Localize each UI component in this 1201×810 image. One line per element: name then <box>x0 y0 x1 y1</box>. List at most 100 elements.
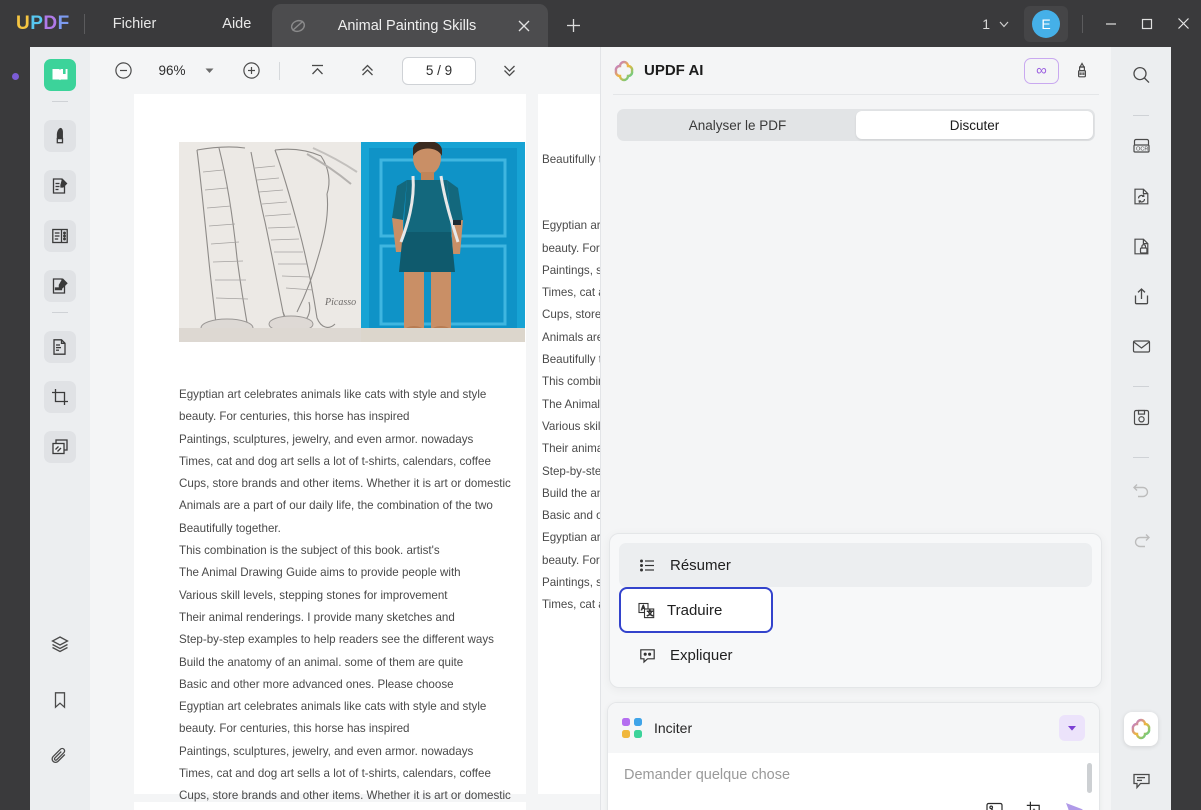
ai-action-menu: Résumer A 文 Traduire <box>609 533 1102 688</box>
zoom-in-icon[interactable] <box>237 57 265 85</box>
tool-share[interactable] <box>1125 280 1157 312</box>
maximize-icon[interactable] <box>1129 0 1165 47</box>
document-tab[interactable]: Animal Painting Skills <box>272 4 548 47</box>
close-icon[interactable] <box>510 12 538 40</box>
doc-line: Basic and other more advanced ones. <box>542 505 600 527</box>
plus-icon[interactable] <box>560 12 586 38</box>
tool-undo[interactable] <box>1125 472 1157 504</box>
prompt-textarea[interactable]: Demander quelque chose <box>608 753 1099 810</box>
go-to-previous-page-icon[interactable] <box>353 57 381 85</box>
brush-clear-icon[interactable] <box>1067 57 1097 85</box>
menu-item-expliquer[interactable]: Expliquer <box>619 633 1092 677</box>
tool-updf-ai[interactable] <box>1124 712 1158 746</box>
sidebar-reader-mode[interactable] <box>44 59 76 91</box>
pdf-page-adjacent: Beautifully together. Egyptian art celeb… <box>538 94 600 794</box>
prompt-mode-bar[interactable]: Inciter <box>608 703 1099 753</box>
tool-protect[interactable] <box>1125 230 1157 262</box>
document-text: Egyptian art celebrates animals like cat… <box>179 384 529 810</box>
tool-redo[interactable] <box>1125 522 1157 554</box>
doc-line: Egyptian art celebrates animals like cat… <box>179 696 529 718</box>
updf-ai-flower-icon <box>613 60 635 82</box>
updf-application-window: U P D F Fichier Aide Animal Painting Ski… <box>0 0 1201 810</box>
tool-convert[interactable] <box>1125 180 1157 212</box>
doc-line: beauty. For centuries, this horse has in… <box>179 718 529 740</box>
title-bar: U P D F Fichier Aide Animal Painting Ski… <box>0 0 1201 47</box>
status-dot <box>12 73 19 80</box>
sidebar-bookmarks[interactable] <box>44 684 76 716</box>
doc-line: This combination is the subject of this … <box>179 540 529 562</box>
sidebar-page-layout[interactable] <box>44 220 76 252</box>
doc-line: Paintings, sculptures, jewelry, and even… <box>179 429 529 451</box>
tool-search[interactable] <box>1125 59 1157 91</box>
doc-line: Beautifully together. <box>542 349 600 371</box>
tab-title: Animal Painting Skills <box>304 18 510 34</box>
minimize-icon[interactable] <box>1093 0 1129 47</box>
account-switcher[interactable]: 1 <box>976 12 1016 36</box>
sidebar-edit-pdf[interactable] <box>44 170 76 202</box>
doc-line: beauty. For centuries, this horse has in… <box>179 406 529 428</box>
menu-fichier[interactable]: Fichier <box>99 10 171 38</box>
doc-line: Egyptian art celebrates animals like cat… <box>542 527 600 549</box>
doc-line: Various skill levels, stepping stones fo… <box>542 416 600 438</box>
screenshot-crop-icon[interactable] <box>1021 796 1047 810</box>
window-close-icon[interactable] <box>1165 0 1201 47</box>
logo-letter-f: F <box>58 13 70 35</box>
doc-line: Step-by-step examples to help readers <box>542 461 600 483</box>
textarea-scrollbar[interactable] <box>1087 763 1092 793</box>
pdf-page-next <box>134 802 526 810</box>
chevron-down-icon[interactable] <box>1059 715 1085 741</box>
sidebar-batch[interactable] <box>44 431 76 463</box>
tab-discuter[interactable]: Discuter <box>856 111 1093 139</box>
page-indicator[interactable]: 5 / 9 <box>402 57 476 85</box>
sidebar-attachments[interactable] <box>44 740 76 772</box>
doc-line: Build the anatomy of an animal. some <box>542 483 600 505</box>
menu-item-label: Traduire <box>667 602 722 619</box>
chevron-down-icon[interactable] <box>195 57 223 85</box>
sidebar-layers[interactable] <box>44 628 76 660</box>
svg-text:OCR: OCR <box>1136 146 1148 152</box>
zoom-out-icon[interactable] <box>109 57 137 85</box>
menu-item-label: Expliquer <box>670 647 733 664</box>
go-to-next-page-icon[interactable] <box>495 57 523 85</box>
tool-email[interactable] <box>1125 330 1157 362</box>
document-scroll-area[interactable]: Picasso <box>90 94 600 810</box>
logo-letter-u: U <box>16 13 30 35</box>
ai-panel: UPDF AI ∞ Analyser le PDF Discuter <box>600 47 1111 810</box>
right-rail-divider-3 <box>1133 457 1149 458</box>
tool-ocr[interactable]: OCR <box>1125 130 1157 162</box>
tool-save[interactable] <box>1125 401 1157 433</box>
doc-line: Build the anatomy of an animal. some of … <box>179 652 529 674</box>
sidebar-form[interactable] <box>44 331 76 363</box>
menu-item-resumer[interactable]: Résumer <box>619 543 1092 587</box>
doc-line: Times, cat and dog art sells a lot of t-… <box>179 451 529 473</box>
doc-line: The Animal Drawing Guide aims to provide… <box>179 562 529 584</box>
image-icon[interactable] <box>981 796 1007 810</box>
sidebar-crop[interactable] <box>44 381 76 413</box>
right-toolbar: OCR <box>1111 47 1171 810</box>
tool-comments[interactable] <box>1125 764 1157 796</box>
infinity-credits-badge[interactable]: ∞ <box>1024 58 1059 84</box>
doc-line: Times, cat and dog art sells a lot of <box>542 282 600 304</box>
tab-analyser-le-pdf[interactable]: Analyser le PDF <box>619 111 856 139</box>
viewer-toolbar: 96% <box>90 47 600 94</box>
window-controls-divider <box>1082 15 1083 33</box>
left-toolbar-bottom <box>30 628 90 796</box>
ai-panel-title: UPDF AI <box>644 62 1024 79</box>
go-to-first-page-icon[interactable] <box>303 57 331 85</box>
doc-line: Their animal renderings. I provide many … <box>179 607 529 629</box>
explain-chat-icon <box>639 647 656 664</box>
doc-line: beauty. For centuries, this horse has <box>542 238 600 260</box>
doc-line: Various skill levels, stepping stones fo… <box>179 585 529 607</box>
menu-aide[interactable]: Aide <box>208 10 265 38</box>
four-color-dots-icon <box>622 718 642 738</box>
doc-line: Basic and other more advanced ones. Plea… <box>179 674 529 696</box>
logo-letter-d: D <box>43 13 57 35</box>
doc-line: Paintings, sculptures, jewelry, and even <box>542 260 600 282</box>
sidebar-annotate[interactable] <box>44 120 76 152</box>
send-icon[interactable] <box>1061 796 1087 810</box>
sidebar-fill-sign[interactable] <box>44 270 76 302</box>
svg-text:Picasso: Picasso <box>324 297 356 308</box>
menu-item-traduire[interactable]: A 文 Traduire <box>619 587 773 633</box>
doc-line: Beautifully together. <box>542 149 600 171</box>
avatar-button[interactable]: E <box>1024 6 1068 42</box>
